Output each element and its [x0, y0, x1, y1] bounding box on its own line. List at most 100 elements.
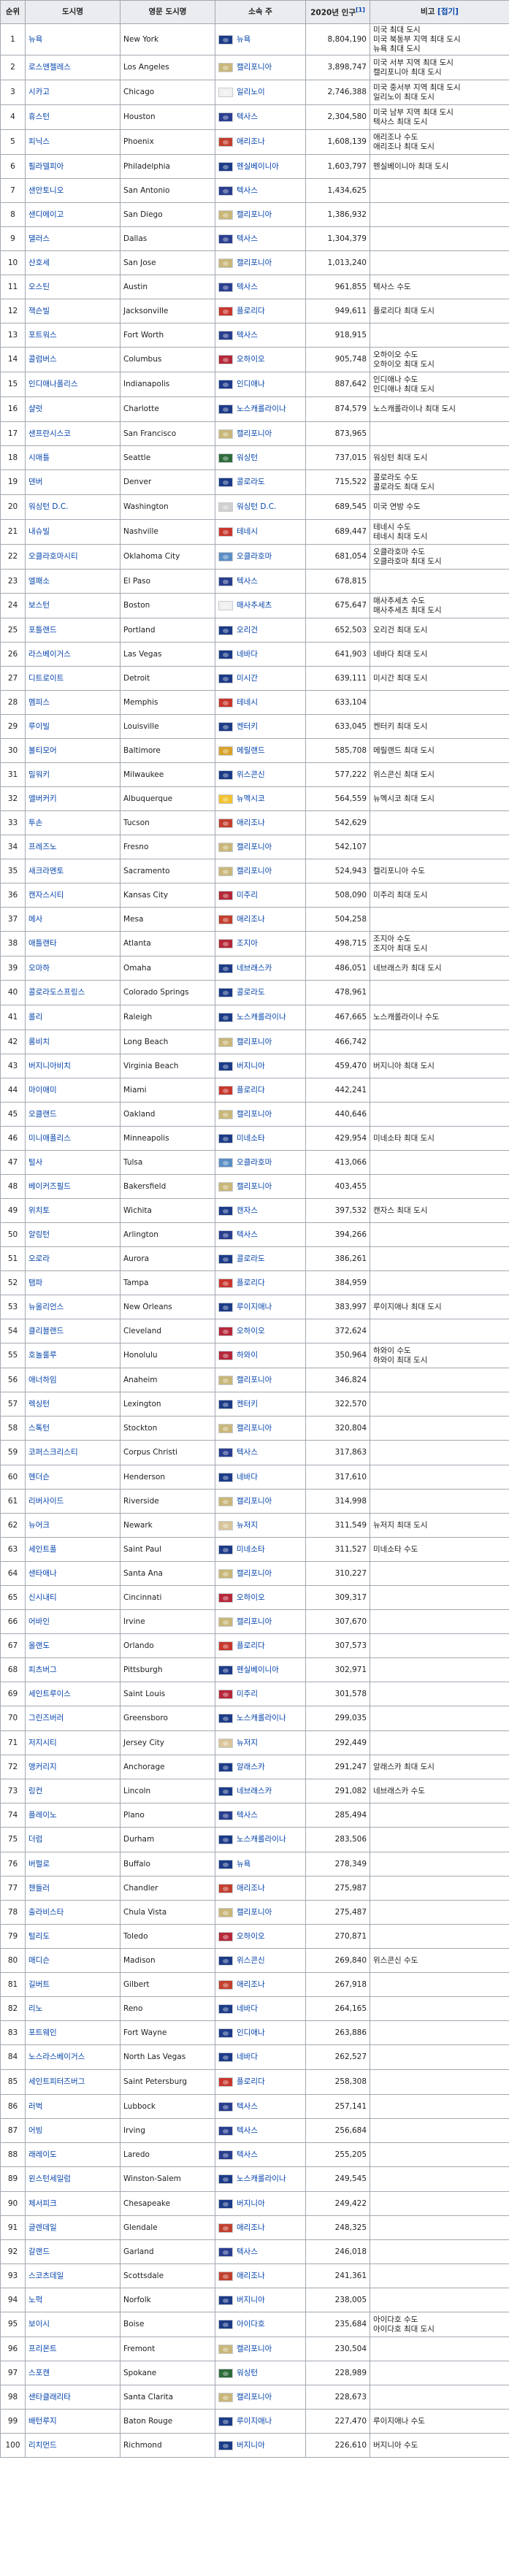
city-link[interactable]: 롤리	[28, 1013, 42, 1021]
city-cell[interactable]: 매디슨	[25, 1948, 120, 1974]
city-cell[interactable]: 오마하	[25, 956, 120, 981]
state-link[interactable]: 캘리포니아	[237, 1617, 272, 1627]
city-link[interactable]: 노스라스베이거스	[28, 2052, 85, 2061]
city-link[interactable]: 콜로라도스프링스	[28, 988, 85, 997]
state-link[interactable]: 텍사스	[237, 2102, 258, 2112]
city-link[interactable]: 뉴욕	[28, 35, 42, 44]
city-link[interactable]: 댈러스	[28, 234, 50, 243]
state-cell[interactable]: 인디애나	[215, 372, 306, 398]
city-link[interactable]: 내슈빌	[28, 527, 50, 536]
city-cell[interactable]: 헨더슨	[25, 1465, 120, 1490]
city-link[interactable]: 샌타애나	[28, 1569, 57, 1578]
state-link[interactable]: 뉴저지	[237, 1521, 258, 1530]
state-cell[interactable]: 애리조나	[215, 907, 306, 932]
city-link[interactable]: 렉싱턴	[28, 1400, 50, 1408]
city-link[interactable]: 스코츠데일	[28, 2272, 64, 2280]
state-cell[interactable]: 텍사스	[215, 178, 306, 204]
city-cell[interactable]: 스포캔	[25, 2361, 120, 2386]
city-link[interactable]: 워싱턴 D.C.	[28, 502, 68, 511]
state-cell[interactable]: 텍사스	[215, 569, 306, 594]
city-link[interactable]: 시애틀	[28, 453, 50, 462]
state-cell[interactable]: 오클라호마	[215, 544, 306, 570]
state-cell[interactable]: 펜실베이니아	[215, 1657, 306, 1683]
state-cell[interactable]: 버지니아	[215, 2191, 306, 2217]
state-link[interactable]: 노스캐롤라이나	[237, 1714, 286, 1723]
city-cell[interactable]: 샌프란시스코	[25, 421, 120, 447]
city-link[interactable]: 버지니아비치	[28, 1062, 71, 1070]
state-link[interactable]: 텍사스	[237, 283, 258, 292]
city-link[interactable]: 털리도	[28, 1932, 50, 1941]
city-cell[interactable]: 그린즈버러	[25, 1706, 120, 1732]
city-cell[interactable]: 포틀랜드	[25, 618, 120, 643]
state-cell[interactable]: 루이지애나	[215, 1295, 306, 1320]
city-cell[interactable]: 배턴루지	[25, 2409, 120, 2434]
city-link[interactable]: 호놀룰루	[28, 1351, 57, 1360]
city-cell[interactable]: 콜럼버스	[25, 347, 120, 373]
state-link[interactable]: 텍사스	[237, 186, 258, 196]
city-cell[interactable]: 털사	[25, 1150, 120, 1176]
city-cell[interactable]: 산호세	[25, 250, 120, 276]
city-cell[interactable]: 위치토	[25, 1198, 120, 1224]
state-cell[interactable]: 애리조나	[215, 2215, 306, 2241]
header-state[interactable]: 소속 주	[215, 0, 306, 24]
city-cell[interactable]: 휴스턴	[25, 104, 120, 131]
city-link[interactable]: 베이커즈필드	[28, 1182, 71, 1191]
city-cell[interactable]: 올랜도	[25, 1633, 120, 1659]
city-link[interactable]: 잭슨빌	[28, 307, 50, 315]
city-cell[interactable]: 플레이노	[25, 1803, 120, 1828]
state-cell[interactable]: 네바다	[215, 1996, 306, 2022]
city-link[interactable]: 새크라멘토	[28, 867, 64, 875]
state-cell[interactable]: 콜로라도	[215, 469, 306, 496]
state-cell[interactable]: 콜로라도	[215, 980, 306, 1006]
state-cell[interactable]: 애리조나	[215, 2263, 306, 2289]
city-link[interactable]: 더럼	[28, 1835, 42, 1844]
city-cell[interactable]: 디트로이트	[25, 666, 120, 691]
state-cell[interactable]: 오하이오	[215, 1924, 306, 1950]
city-link[interactable]: 뉴올리언스	[28, 1303, 64, 1311]
city-cell[interactable]: 길버트	[25, 1972, 120, 1998]
state-link[interactable]: 노스캐롤라이나	[237, 1013, 286, 1022]
state-cell[interactable]: 뉴저지	[215, 1513, 306, 1538]
header-city[interactable]: 도시명	[25, 0, 120, 24]
city-link[interactable]: 링컨	[28, 1787, 42, 1795]
city-link[interactable]: 루이빌	[28, 722, 50, 731]
state-link[interactable]: 알래스카	[237, 1763, 265, 1772]
state-cell[interactable]: 오하이오	[215, 1585, 306, 1611]
city-link[interactable]: 털사	[28, 1158, 42, 1167]
city-cell[interactable]: 샬럿	[25, 396, 120, 423]
state-link[interactable]: 오하이오	[237, 1932, 265, 1941]
city-cell[interactable]: 노스라스베이거스	[25, 2044, 120, 2071]
state-cell[interactable]: 플로리다	[215, 2069, 306, 2096]
city-cell[interactable]: 체서피크	[25, 2191, 120, 2217]
state-cell[interactable]: 캘리포니아	[215, 1030, 306, 1055]
city-link[interactable]: 어빙	[28, 2126, 42, 2135]
city-link[interactable]: 앵커리지	[28, 1763, 57, 1771]
city-cell[interactable]: 오스틴	[25, 275, 120, 300]
city-cell[interactable]: 어바인	[25, 1609, 120, 1635]
population-ref-link[interactable]: [1]	[356, 7, 365, 13]
state-cell[interactable]: 텍사스	[215, 226, 306, 252]
state-cell[interactable]: 오리건	[215, 618, 306, 643]
state-link[interactable]: 텍사스	[237, 2150, 258, 2160]
city-link[interactable]: 캔자스시티	[28, 891, 64, 900]
city-cell[interactable]: 글렌데일	[25, 2215, 120, 2241]
state-link[interactable]: 플로리다	[237, 2077, 265, 2087]
city-link[interactable]: 덴버	[28, 478, 42, 486]
state-cell[interactable]: 뉴멕시코	[215, 786, 306, 812]
city-cell[interactable]: 댈러스	[25, 226, 120, 252]
state-link[interactable]: 하와이	[237, 1351, 258, 1360]
city-cell[interactable]: 클리블랜드	[25, 1319, 120, 1344]
city-cell[interactable]: 롱비치	[25, 1030, 120, 1055]
city-cell[interactable]: 피츠버그	[25, 1657, 120, 1683]
state-cell[interactable]: 워싱턴	[215, 2361, 306, 2386]
state-cell[interactable]: 캘리포니아	[215, 859, 306, 884]
state-link[interactable]: 조지아	[237, 939, 258, 948]
city-cell[interactable]: 엘패소	[25, 569, 120, 594]
city-cell[interactable]: 샌타클래리타	[25, 2385, 120, 2410]
city-cell[interactable]: 보이시	[25, 2312, 120, 2338]
city-cell[interactable]: 콜로라도스프링스	[25, 980, 120, 1006]
city-cell[interactable]: 세인트루이스	[25, 1682, 120, 1707]
city-cell[interactable]: 리버사이드	[25, 1489, 120, 1514]
city-link[interactable]: 엘패소	[28, 577, 50, 586]
state-cell[interactable]: 텍사스	[215, 1803, 306, 1828]
